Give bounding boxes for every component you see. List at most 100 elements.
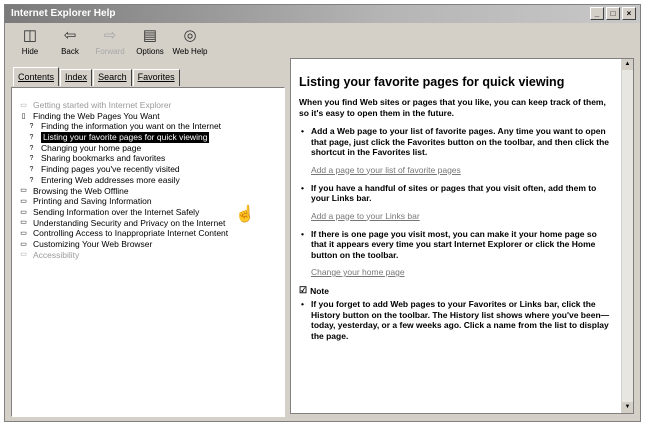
tab-label: Index xyxy=(65,72,88,82)
scroll-down-arrow-icon[interactable]: ▼ xyxy=(622,402,633,413)
topic-bullet: • If you have a handful of sites or pages… xyxy=(299,183,611,204)
tree-item-label: Finding the Web Pages You Want xyxy=(33,110,160,121)
related-topic-link[interactable]: Change your home page xyxy=(311,267,611,277)
tree-item[interactable]: ▯ Finding the Web Pages You Want xyxy=(12,111,284,122)
tree-item-label: Changing your home page xyxy=(41,142,142,153)
tree-item-label: Customizing Your Web Browser xyxy=(33,238,153,249)
toolbar-button-hide[interactable]: ◫ Hide xyxy=(13,23,47,63)
contents-tree[interactable]: ▭ Getting started with Internet Explorer ▯… xyxy=(11,87,285,417)
book-icon: ▭ xyxy=(20,230,27,238)
scroll-up-arrow-icon[interactable]: ▲ xyxy=(622,59,633,70)
help-page-icon: ? xyxy=(29,123,34,131)
book-icon: ▭ xyxy=(20,187,27,195)
help-page-icon: ? xyxy=(29,176,34,184)
tree-item-label: Controlling Access to Inappropriate Inte… xyxy=(33,228,229,239)
tree-item[interactable]: ? Changing your home page xyxy=(12,143,284,154)
tree-item-label: Listing your favorite pages for quick vi… xyxy=(41,132,210,143)
topic-title: Listing your favorite pages for quick vi… xyxy=(299,75,565,89)
nav-tabs: Contents Index Search Favorites xyxy=(13,67,181,87)
options-icon: ▤ xyxy=(142,27,158,44)
note-heading: ☑ Note xyxy=(299,285,611,296)
toolbar-button-back[interactable]: ⇦ Back xyxy=(53,23,87,63)
tree-item-label: Sharing bookmarks and favorites xyxy=(41,153,166,164)
tree-item[interactable]: ▭ Browsing the Web Offline xyxy=(12,186,284,197)
topic-pane: Listing your favorite pages for quick vi… xyxy=(290,58,634,414)
tree-item-label: Finding pages you've recently visited xyxy=(41,164,180,175)
tree-item-label: Understanding Security and Privacy on th… xyxy=(33,217,226,228)
toolbar-button-label: Web Help xyxy=(172,47,208,56)
forward-arrow-icon: ⇨ xyxy=(103,27,117,44)
tab-label: Favorites xyxy=(137,72,175,82)
tree-item[interactable]: ? Finding pages you've recently visited xyxy=(12,164,284,175)
tree-item-label: Getting started with Internet Explorer xyxy=(33,100,172,110)
help-page-icon: ? xyxy=(29,165,34,173)
tree-item[interactable]: ? Entering Web addresses more easily xyxy=(12,175,284,186)
bullet-text: Add a Web page to your list of favorite … xyxy=(311,126,610,157)
toolbar-button-label: Forward xyxy=(95,47,125,56)
hide-icon: ◫ xyxy=(22,27,38,44)
back-arrow-icon: ⇦ xyxy=(63,27,77,44)
hand-cursor-icon: ☝ xyxy=(235,206,255,223)
toolbar-button-forward[interactable]: ⇨ Forward xyxy=(93,23,127,63)
bullet-icon: • xyxy=(301,228,304,239)
topic-bullet: • If there is one page you visit most, yo… xyxy=(299,229,611,261)
toolbar-button-label: Options xyxy=(136,47,164,56)
related-topic-link[interactable]: Add a page to your list of favorite page… xyxy=(311,165,611,175)
help-page-icon: ? xyxy=(29,155,34,163)
toolbar-button-web-help[interactable]: ◎ Web Help xyxy=(172,23,208,63)
toolbar-button-label: Hide xyxy=(21,47,39,56)
tree-item[interactable]: ▭ Accessibility xyxy=(12,250,284,261)
open-book-icon: ▯ xyxy=(21,112,26,120)
title-buttons: _ □ × xyxy=(590,7,636,20)
tree-item-label: Entering Web addresses more easily xyxy=(41,174,180,185)
related-topic-link[interactable]: Add a page to your Links bar xyxy=(311,211,611,221)
tree-item[interactable]: ▭ Controlling Access to Inappropriate Int… xyxy=(12,228,284,239)
topic-bullet: • Add a Web page to your list of favorite… xyxy=(299,126,611,158)
restore-button[interactable]: □ xyxy=(606,7,620,20)
bullet-icon: • xyxy=(301,182,304,193)
tree-item[interactable]: ▭ Getting started with Internet Explorer xyxy=(12,100,284,111)
topic-content: Listing your favorite pages for quick vi… xyxy=(299,75,611,341)
tab-label: Search xyxy=(98,72,127,82)
book-icon: ▭ xyxy=(20,219,27,227)
topic-intro: When you find Web sites or pages that yo… xyxy=(299,97,606,118)
bullet-icon: • xyxy=(301,126,304,136)
tab-index[interactable]: Index xyxy=(60,69,93,86)
note-label: Note xyxy=(310,285,329,296)
help-page-icon: ? xyxy=(29,144,34,152)
note-text: If you forget to add Web pages to your F… xyxy=(311,299,610,341)
tab-contents[interactable]: Contents xyxy=(13,67,60,86)
book-icon: ▭ xyxy=(20,101,27,109)
topic-bullets: • Add a Web page to your list of favorite… xyxy=(299,126,611,277)
title-bar[interactable]: Internet Explorer Help _ □ × xyxy=(5,5,640,23)
help-page-icon: ? xyxy=(29,133,34,141)
book-icon: ▭ xyxy=(20,240,27,248)
tab-search[interactable]: Search xyxy=(93,69,132,86)
window-title: Internet Explorer Help xyxy=(11,8,116,19)
minimize-button[interactable]: _ xyxy=(590,7,604,20)
web-help-icon: ◎ xyxy=(183,27,197,44)
vertical-scrollbar[interactable]: ▲ ▼ xyxy=(621,59,633,413)
navigation-pane: Contents Index Search Favorites ▭ Getting st… xyxy=(11,67,285,417)
tree-item-label: Printing and Saving Information xyxy=(33,196,152,207)
tree-item-label: Sending Information over the Internet Sa… xyxy=(33,206,200,217)
note-icon: ☑ xyxy=(299,285,308,295)
bullet-icon: • xyxy=(301,299,304,309)
tree-item[interactable]: ▭ Customizing Your Web Browser xyxy=(12,239,284,250)
tree-item-label: Accessibility xyxy=(33,249,80,260)
tree-item-label: Finding the information you want on the … xyxy=(41,121,222,132)
tree-item[interactable]: ? Sharing bookmarks and favorites xyxy=(12,153,284,164)
bullet-text: If there is one page you visit most, you… xyxy=(311,228,597,260)
tree-item[interactable]: ? Listing your favorite pages for quick v… xyxy=(12,132,284,143)
bullet-text: If you have a handful of sites or pages … xyxy=(311,182,597,204)
tree-item-label: Browsing the Web Offline xyxy=(33,185,129,196)
book-icon: ▭ xyxy=(20,251,27,259)
note-bullet: • If you forget to add Web pages to your … xyxy=(299,299,611,341)
note-bullets: • If you forget to add Web pages to your … xyxy=(299,299,611,341)
close-button[interactable]: × xyxy=(622,7,636,20)
tab-favorites[interactable]: Favorites xyxy=(132,69,180,86)
book-icon: ▭ xyxy=(20,198,27,206)
toolbar-button-options[interactable]: ▤ Options xyxy=(133,23,167,63)
tab-label: Contents xyxy=(18,72,55,82)
tree-item[interactable]: ? Finding the information you want on the… xyxy=(12,121,284,132)
